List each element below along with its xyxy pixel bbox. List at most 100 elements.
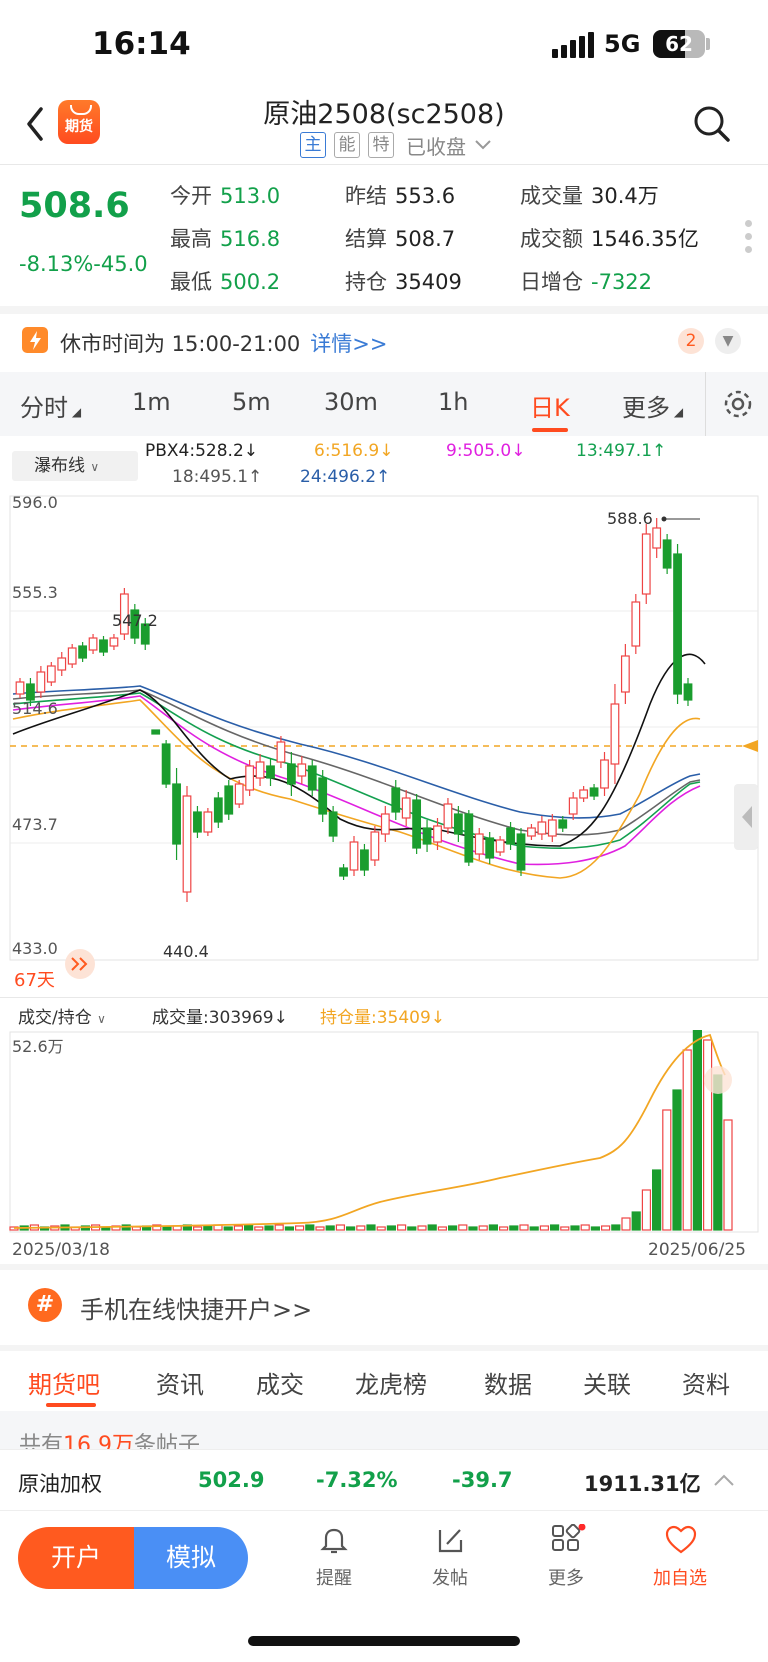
tab-data[interactable]: 数据 — [484, 1365, 532, 1400]
volume-bar — [600, 1225, 611, 1231]
notice-message: 休市时间为 15:00-21:00 — [60, 332, 301, 356]
tab-more[interactable]: 更多 ◢ — [622, 388, 683, 423]
volume-bar — [223, 1226, 233, 1231]
candle-body — [527, 827, 536, 837]
volume-bar — [723, 1119, 733, 1231]
candlestick-chart[interactable]: 596.0 555.3 514.6 473.7 433.0 588.6 547.… — [0, 494, 768, 994]
tab-1m[interactable]: 1m — [132, 388, 171, 416]
tab-rankings[interactable]: 龙虎榜 — [355, 1365, 427, 1400]
grid-more-icon[interactable] — [550, 1524, 586, 1556]
weighted-index-ticker[interactable]: 原油加权 502.9 -7.32% -39.7 1911.31亿 — [0, 1449, 768, 1511]
volume-selector[interactable]: 成交/持仓 ∨ — [18, 1003, 106, 1028]
candle-body — [401, 797, 411, 819]
candle-body — [266, 765, 275, 779]
candle-body — [412, 799, 422, 849]
candle-body — [537, 821, 547, 835]
candle-body — [193, 811, 202, 833]
page-title: 原油2508(sc2508) — [263, 99, 505, 130]
open-account-button[interactable]: 开户 — [18, 1527, 134, 1589]
search-icon[interactable] — [692, 104, 732, 144]
tab-trades[interactable]: 成交 — [256, 1365, 304, 1400]
tab-1h[interactable]: 1h — [438, 388, 468, 416]
candle-body — [88, 637, 98, 651]
market-state: 已收盘 — [406, 134, 466, 159]
candle-body — [213, 797, 223, 823]
candle-body — [255, 761, 265, 779]
edit-post-icon[interactable] — [434, 1524, 466, 1556]
nav-post[interactable]: 发帖 — [410, 1564, 490, 1590]
candle-body — [370, 831, 380, 861]
candle-body — [99, 639, 108, 653]
indicator-ma24: 24:496.2↑ — [300, 467, 391, 487]
high-label: 最高 — [170, 227, 212, 251]
candle-body — [568, 797, 578, 815]
chevron-down-icon[interactable] — [474, 139, 492, 151]
nav-more[interactable]: 更多 — [526, 1564, 606, 1590]
ma18-line — [12, 689, 701, 836]
prev-settle-value: 553.6 — [395, 184, 456, 208]
volume-bar — [488, 1224, 498, 1231]
simulate-button[interactable]: 模拟 — [134, 1527, 248, 1589]
candle-body — [641, 533, 651, 595]
tab-daily-k[interactable]: 日K — [530, 388, 570, 432]
tab-5m[interactable]: 5m — [232, 388, 271, 416]
divider — [0, 997, 768, 998]
candle-body — [600, 759, 609, 789]
candle-body — [516, 833, 526, 871]
tab-related[interactable]: 关联 — [583, 1365, 631, 1400]
candle-body — [391, 787, 401, 813]
volume-bar — [478, 1225, 488, 1231]
settings-gear-icon[interactable] — [722, 388, 754, 420]
settle-value: 508.7 — [395, 227, 456, 251]
volume-bar — [203, 1225, 213, 1231]
candle-body — [224, 785, 234, 815]
tab-futures-forum[interactable]: 期货吧 — [28, 1365, 100, 1400]
volume-bar — [244, 1224, 254, 1231]
notice-count-badge[interactable]: 2 — [678, 328, 704, 354]
y-tick-514: 514.6 — [12, 699, 58, 718]
candle-body — [318, 777, 328, 815]
tab-30m[interactable]: 30m — [324, 388, 378, 416]
tab-profile[interactable]: 资料 — [682, 1365, 730, 1400]
oi-change-value: -7322 — [591, 270, 653, 294]
settle-row: 结算 508.7 — [345, 223, 455, 253]
heart-icon[interactable] — [664, 1524, 698, 1556]
tab-intraday[interactable]: 分时 ◢ — [20, 388, 81, 423]
volume-bar — [162, 1226, 172, 1231]
hashtag-icon: # — [28, 1288, 62, 1322]
expand-chevron-icon[interactable]: ▼ — [715, 328, 741, 354]
amount-value: 1546.35亿 — [591, 227, 699, 251]
oi-row: 持仓 35409 — [345, 266, 462, 296]
ticker-change: -39.7 — [452, 1468, 513, 1492]
nav-add-watchlist[interactable]: 加自选 — [640, 1564, 720, 1590]
tag-special[interactable]: 特 — [368, 132, 394, 158]
candle-body — [276, 741, 286, 763]
tag-main[interactable]: 主 — [300, 132, 326, 158]
volume-bar — [448, 1225, 458, 1231]
y-tick-555: 555.3 — [12, 583, 58, 602]
notice-detail-link[interactable]: 详情>> — [310, 332, 387, 356]
days-label: 67天 — [14, 970, 55, 991]
open-account-promo[interactable]: 手机在线快捷开户>> — [80, 1290, 312, 1325]
candle-body — [36, 671, 46, 693]
battery-level: 62 — [665, 32, 693, 56]
indicator-ma9: 9:505.0↓ — [446, 441, 526, 461]
bell-icon[interactable] — [318, 1524, 350, 1556]
home-indicator — [248, 1636, 520, 1646]
indicator-selector[interactable]: 瀑布线 ∨ — [12, 451, 138, 481]
chevron-up-icon[interactable] — [712, 1472, 736, 1488]
volume-chart[interactable]: 52.6万 2025/03/18 2025/06/25 — [0, 1030, 768, 1260]
candle-body — [26, 683, 35, 701]
last-price: 508.6 — [19, 186, 130, 226]
nav-remind[interactable]: 提醒 — [294, 1564, 374, 1590]
tag-energy[interactable]: 能 — [334, 132, 360, 158]
tab-news[interactable]: 资讯 — [156, 1365, 204, 1400]
price-change: -8.13%-45.0 — [19, 252, 148, 276]
candle-body — [297, 763, 307, 777]
volume-bar — [274, 1224, 284, 1231]
post-count-value: 16.9万 — [63, 1433, 135, 1449]
volume-bar — [631, 1211, 641, 1231]
candle-body — [474, 833, 484, 855]
candle-body — [286, 763, 296, 785]
volume-legend: 成交量:303969↓ — [152, 1008, 288, 1028]
